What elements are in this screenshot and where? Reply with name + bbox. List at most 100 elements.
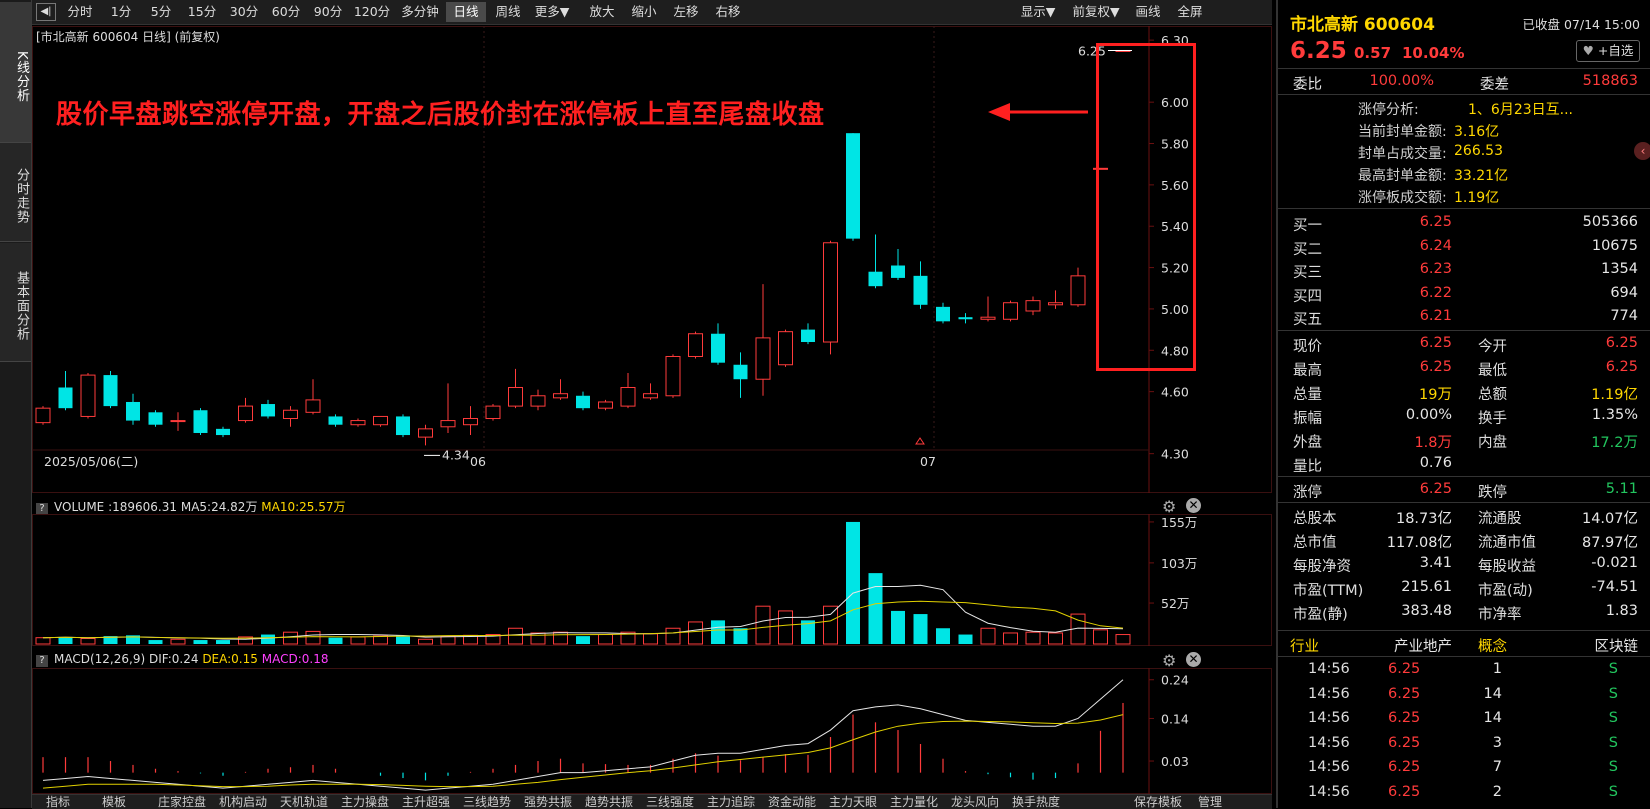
candle[interactable]	[1048, 290, 1063, 309]
volume-bar[interactable]	[80, 637, 96, 645]
bid-row[interactable]: 买一 6.25 505366	[1278, 211, 1650, 235]
volume-bar[interactable]	[665, 627, 681, 645]
volume-bar[interactable]	[913, 614, 928, 644]
candle[interactable]	[868, 234, 883, 289]
collapse-arrow-icon[interactable]: ‹	[1634, 142, 1650, 160]
candle[interactable]	[665, 354, 681, 398]
volume-bar[interactable]	[868, 573, 883, 644]
tab-kline-analysis[interactable]: K线分析	[0, 2, 31, 143]
candle[interactable]	[103, 370, 118, 409]
period-button-8[interactable]: 多分钟	[396, 2, 444, 22]
indicator-tab-18[interactable]: 管理	[1198, 795, 1222, 809]
volume-bar[interactable]	[328, 637, 343, 644]
candle[interactable]	[778, 329, 793, 367]
indicator-tab-2[interactable]: 庄家控盘	[158, 795, 206, 809]
candle[interactable]	[305, 379, 321, 415]
panel-toggle-icon[interactable]: ◀|	[36, 3, 56, 21]
volume-bar[interactable]	[778, 610, 793, 645]
volume-close-icon[interactable]: ✕	[1186, 498, 1201, 513]
candle[interactable]	[508, 368, 523, 409]
candle[interactable]	[958, 313, 973, 324]
volume-bar[interactable]	[733, 628, 748, 644]
indicator-tab-1[interactable]: 模板	[102, 795, 126, 809]
volume-bar[interactable]	[688, 621, 703, 645]
industry-value[interactable]: 产业地产	[1394, 635, 1452, 656]
candle[interactable]	[755, 284, 771, 396]
indicator-tab-15[interactable]: 龙头风向	[951, 795, 999, 809]
volume-bar[interactable]	[350, 636, 366, 645]
candle[interactable]	[801, 323, 815, 345]
indicator-tab-13[interactable]: 主力天眼	[829, 795, 877, 809]
candle[interactable]	[846, 133, 860, 241]
candle[interactable]	[688, 331, 703, 359]
candle[interactable]	[328, 414, 343, 427]
volume-bar[interactable]	[305, 630, 321, 645]
candle[interactable]	[170, 412, 186, 431]
candle[interactable]	[440, 383, 456, 433]
volume-bar[interactable]	[373, 635, 388, 645]
candle[interactable]	[620, 373, 636, 409]
volume-chart[interactable]: 155万 103万 52万	[32, 514, 1272, 646]
volume-bar[interactable]	[283, 631, 298, 645]
indicator-tab-6[interactable]: 主升超强	[402, 795, 450, 809]
period-button-1[interactable]: 1分	[102, 2, 140, 22]
right-button-1[interactable]: 前复权▼	[1066, 2, 1126, 22]
period-button-3[interactable]: 15分	[182, 2, 222, 22]
candle[interactable]	[80, 373, 96, 419]
candle[interactable]	[193, 408, 208, 436]
indicator-tab-10[interactable]: 三线强度	[646, 795, 694, 809]
indicator-tab-4[interactable]: 天机轨道	[280, 795, 328, 809]
bid-row[interactable]: 买二 6.24 10675	[1278, 235, 1650, 259]
volume-bar[interactable]	[170, 638, 186, 645]
candle[interactable]	[463, 406, 478, 436]
candle[interactable]	[485, 404, 501, 421]
candle[interactable]	[418, 424, 433, 446]
period-button-0[interactable]: 分时	[60, 2, 100, 22]
tool-button-0[interactable]: 放大	[582, 2, 622, 22]
macd-chart[interactable]: 0.24 0.14 0.03	[32, 668, 1272, 794]
candle[interactable]	[598, 399, 613, 411]
indicator-tab-17[interactable]: 保存模板	[1134, 795, 1182, 809]
help-icon[interactable]: ?	[36, 655, 48, 667]
volume-bar[interactable]	[1115, 634, 1131, 645]
volume-bar[interactable]	[1093, 629, 1108, 645]
indicator-tab-12[interactable]: 资金动能	[768, 795, 816, 809]
indicator-tab-8[interactable]: 强势共振	[524, 795, 572, 809]
candle[interactable]	[1025, 296, 1041, 316]
volume-bar[interactable]	[823, 605, 838, 645]
volume-bar[interactable]	[1025, 631, 1041, 645]
tool-button-2[interactable]: 左移	[666, 2, 706, 22]
indicator-tab-14[interactable]: 主力量化	[890, 795, 938, 809]
right-button-2[interactable]: 画线	[1128, 2, 1168, 22]
volume-bar[interactable]	[598, 634, 613, 645]
volume-bar[interactable]	[1003, 632, 1018, 645]
candle[interactable]	[891, 248, 905, 280]
candle[interactable]	[936, 302, 950, 324]
indicator-tab-3[interactable]: 机构启动	[219, 795, 267, 809]
tool-button-3[interactable]: 右移	[708, 2, 748, 22]
candle[interactable]	[1070, 267, 1086, 307]
volume-bar[interactable]	[1048, 632, 1063, 645]
volume-bar[interactable]	[216, 640, 230, 644]
candle[interactable]	[261, 399, 275, 419]
candle[interactable]	[1003, 300, 1018, 322]
volume-bar[interactable]	[418, 638, 433, 645]
candle[interactable]	[350, 418, 366, 427]
indicator-tab-0[interactable]: 指标	[46, 795, 70, 809]
volume-bar[interactable]	[58, 636, 73, 644]
candle[interactable]	[238, 397, 253, 423]
candle[interactable]	[733, 352, 748, 398]
volume-bar[interactable]	[508, 627, 523, 645]
volume-bar[interactable]	[193, 640, 208, 644]
candle[interactable]	[711, 323, 725, 365]
volume-bar[interactable]	[711, 620, 725, 644]
candle[interactable]	[576, 391, 590, 411]
volume-bar[interactable]	[891, 610, 905, 644]
period-button-5[interactable]: 60分	[266, 2, 306, 22]
indicator-tab-11[interactable]: 主力追踪	[707, 795, 755, 809]
period-button-11[interactable]: 更多▼	[530, 2, 574, 22]
indicator-tab-9[interactable]: 趋势共振	[585, 795, 633, 809]
right-button-0[interactable]: 显示▼	[1012, 2, 1064, 22]
period-button-9[interactable]: 日线	[446, 2, 486, 22]
volume-bar[interactable]	[35, 637, 51, 645]
